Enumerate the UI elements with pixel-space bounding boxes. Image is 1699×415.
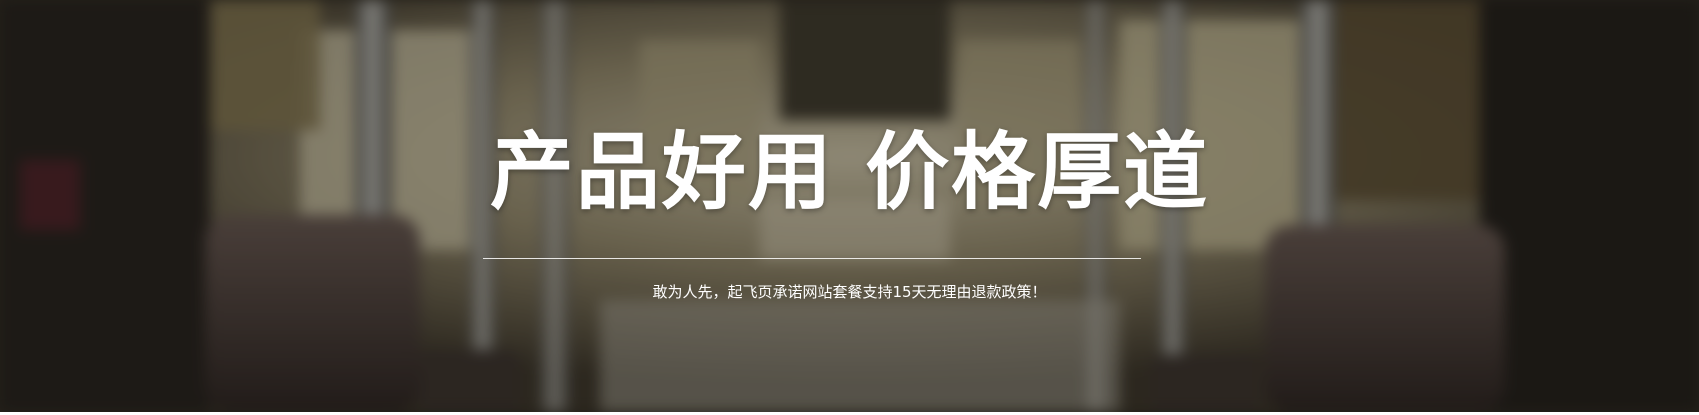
banner-subtitle: 敢为人先，起飞页承诺网站套餐支持15天无理由退款政策！ bbox=[652, 283, 1047, 301]
banner-headline: 产品好用 价格厚道 bbox=[489, 123, 1210, 221]
banner-content: 产品好用 价格厚道 敢为人先，起飞页承诺网站套餐支持15天无理由退款政策！ bbox=[0, 0, 1699, 412]
hero-banner: 产品好用 价格厚道 敢为人先，起飞页承诺网站套餐支持15天无理由退款政策！ bbox=[0, 0, 1699, 412]
headline-divider bbox=[483, 258, 1141, 259]
